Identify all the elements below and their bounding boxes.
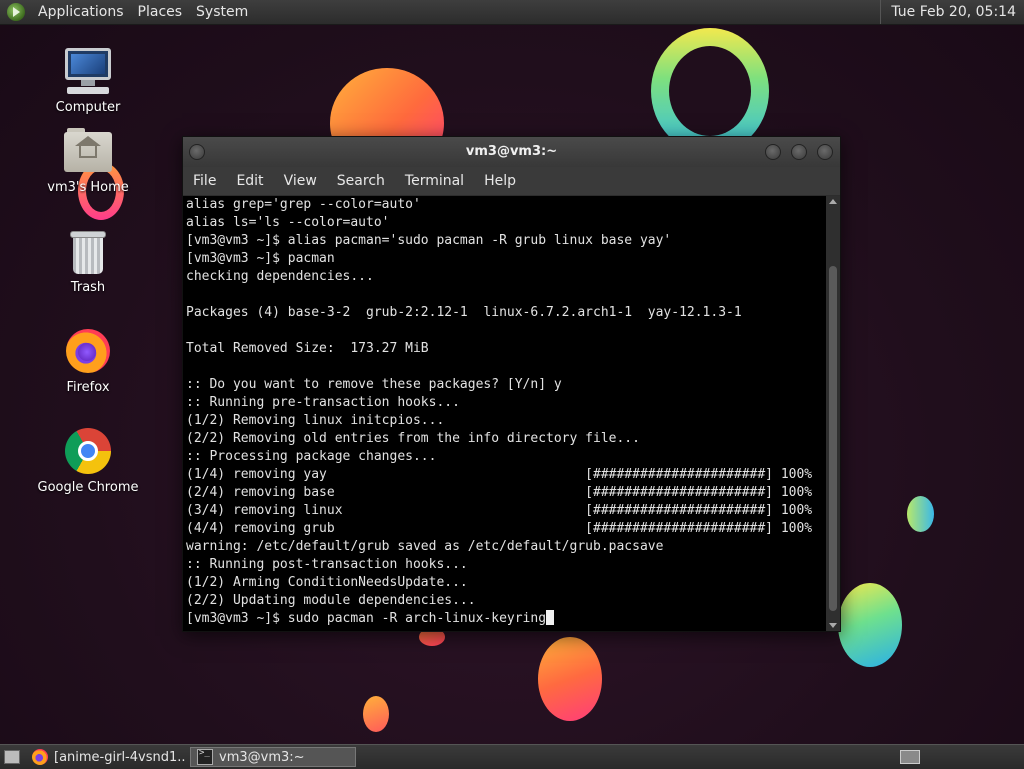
taskbar-item-firefox[interactable]: [anime-girl-4vsnd1... — [26, 747, 186, 767]
terminal-line: Packages (4) base-3-2 grub-2:2.12-1 linu… — [183, 304, 826, 322]
terminal-line-text: (2/2) Removing old entries from the info… — [186, 431, 640, 446]
terminal-line: warning: /etc/default/grub saved as /etc… — [183, 538, 826, 556]
terminal-line: [vm3@vm3 ~]$ sudo pacman -R arch-linux-k… — [183, 610, 826, 628]
menu-help[interactable]: Help — [474, 173, 526, 189]
system-menu[interactable]: System — [189, 0, 255, 24]
bottom-panel: [anime-girl-4vsnd1... vm3@vm3:~ — [0, 744, 1024, 769]
desktop-icon-label: vm3's Home — [47, 180, 129, 195]
terminal-line-text: :: Do you want to remove these packages?… — [186, 377, 562, 392]
desktop-icon-label: Firefox — [66, 380, 110, 395]
close-icon[interactable] — [817, 144, 833, 160]
terminal-line-text: :: Running pre-transaction hooks... — [186, 395, 460, 410]
terminal-line: alias grep='grep --color=auto' — [183, 196, 826, 214]
terminal-line: alias ls='ls --color=auto' — [183, 214, 826, 232]
terminal-line-text: Packages (4) base-3-2 grub-2:2.12-1 linu… — [186, 305, 742, 320]
terminal-line-text: [vm3@vm3 ~]$ sudo pacman -R arch-linux-k… — [186, 611, 547, 626]
firefox-icon — [63, 326, 113, 376]
desktop-icon-trash[interactable]: Trash — [33, 226, 143, 295]
places-menu[interactable]: Places — [131, 0, 190, 24]
terminal-line-text: [vm3@vm3 ~]$ pacman — [186, 251, 335, 266]
top-panel: Applications Places System Tue Feb 20, 0… — [0, 0, 1024, 25]
terminal-output[interactable]: alias grep='grep --color=auto' alias ls='… — [183, 196, 826, 631]
taskbar-item-label: [anime-girl-4vsnd1... — [54, 749, 186, 765]
menu-edit[interactable]: Edit — [226, 173, 273, 189]
clock[interactable]: Tue Feb 20, 05:14 — [880, 0, 1024, 24]
terminal-line: [vm3@vm3 ~]$ alias pacman='sudo pacman -… — [183, 232, 826, 250]
terminal-line: :: Do you want to remove these packages?… — [183, 376, 826, 394]
terminal-line-text: (2/2) Updating module dependencies... — [186, 593, 476, 608]
minimize-icon[interactable] — [765, 144, 781, 160]
desktop-icon-label: Google Chrome — [37, 480, 139, 495]
terminal-line: :: Processing package changes... — [183, 448, 826, 466]
terminal-line: :: Running pre-transaction hooks... — [183, 394, 826, 412]
desktop-icon-chrome[interactable]: Google Chrome — [33, 426, 143, 495]
computer-icon — [63, 46, 113, 96]
terminal-line-text: alias ls='ls --color=auto' — [186, 215, 390, 230]
terminal-line-text: [vm3@vm3 ~]$ alias pacman='sudo pacman -… — [186, 233, 672, 248]
trash-icon — [63, 226, 113, 276]
scrollbar-thumb[interactable] — [829, 266, 837, 611]
wallpaper-orange-blob — [363, 696, 389, 732]
terminal-line: [vm3@vm3 ~]$ pacman — [183, 250, 826, 268]
menu-file[interactable]: File — [183, 173, 226, 189]
terminal-line: (2/2) Updating module dependencies... — [183, 592, 826, 610]
terminal-line-text: (4/4) removing grub [###################… — [186, 521, 813, 536]
terminal-line: (3/4) removing linux [##################… — [183, 502, 826, 520]
terminal-line: checking dependencies... — [183, 268, 826, 286]
desktop-icon-label: Computer — [55, 100, 121, 115]
wallpaper-blue-blob — [838, 583, 902, 667]
terminal-line-text: :: Processing package changes... — [186, 449, 437, 464]
show-desktop-icon[interactable] — [4, 750, 20, 764]
terminal-window[interactable]: vm3@vm3:~ File Edit View Search Terminal… — [182, 136, 841, 632]
menu-view[interactable]: View — [274, 173, 327, 189]
terminal-line-text: checking dependencies... — [186, 269, 374, 284]
desktop-icon-computer[interactable]: Computer — [33, 46, 143, 115]
maximize-icon[interactable] — [791, 144, 807, 160]
terminal-line-text: alias grep='grep --color=auto' — [186, 197, 421, 212]
terminal-line: (1/4) removing yay [####################… — [183, 466, 826, 484]
terminal-line-text: (2/4) removing base [###################… — [186, 485, 813, 500]
chrome-icon — [63, 426, 113, 476]
desktop-icon-home[interactable]: vm3's Home — [33, 126, 143, 195]
taskbar-item-label: vm3@vm3:~ — [219, 749, 305, 765]
menu-terminal[interactable]: Terminal — [395, 173, 474, 189]
terminal-line: (1/2) Removing linux initcpios... — [183, 412, 826, 430]
terminal-line-text: warning: /etc/default/grub saved as /etc… — [186, 539, 664, 554]
terminal-cursor — [546, 610, 555, 625]
home-folder-icon — [63, 126, 113, 176]
terminal-line-text: (1/2) Arming ConditionNeedsUpdate... — [186, 575, 468, 590]
wallpaper-orange-blob — [538, 637, 602, 721]
terminal-titlebar[interactable]: vm3@vm3:~ — [183, 137, 840, 167]
taskbar-item-terminal[interactable]: vm3@vm3:~ — [190, 747, 356, 767]
terminal-line: Total Removed Size: 173.27 MiB — [183, 340, 826, 358]
terminal-line: (4/4) removing grub [###################… — [183, 520, 826, 538]
terminal-line-text: (3/4) removing linux [##################… — [186, 503, 813, 518]
firefox-icon — [32, 749, 48, 765]
terminal-line: (2/4) removing base [###################… — [183, 484, 826, 502]
terminal-line: (2/2) Removing old entries from the info… — [183, 430, 826, 448]
workspace-switcher[interactable] — [900, 750, 920, 764]
distro-logo-icon[interactable] — [7, 3, 25, 21]
terminal-line-text: (1/4) removing yay [####################… — [186, 467, 813, 482]
terminal-line-text: :: Running post-transaction hooks... — [186, 557, 468, 572]
desktop-icon-firefox[interactable]: Firefox — [33, 326, 143, 395]
terminal-line: :: Running post-transaction hooks... — [183, 556, 826, 574]
wallpaper-blue-blob — [907, 496, 934, 532]
applications-menu[interactable]: Applications — [31, 0, 131, 24]
desktop-icon-label: Trash — [70, 280, 106, 295]
terminal-line: (1/2) Arming ConditionNeedsUpdate... — [183, 574, 826, 592]
window-title: vm3@vm3:~ — [465, 144, 558, 159]
scroll-down-icon[interactable] — [829, 623, 837, 628]
terminal-line-text: Total Removed Size: 173.27 MiB — [186, 341, 429, 356]
terminal-line-text: (1/2) Removing linux initcpios... — [186, 413, 445, 428]
terminal-scrollbar[interactable] — [826, 196, 840, 631]
menu-search[interactable]: Search — [327, 173, 395, 189]
terminal-menubar: File Edit View Search Terminal Help — [183, 167, 840, 195]
scroll-up-icon[interactable] — [829, 199, 837, 204]
terminal-icon — [197, 748, 213, 765]
